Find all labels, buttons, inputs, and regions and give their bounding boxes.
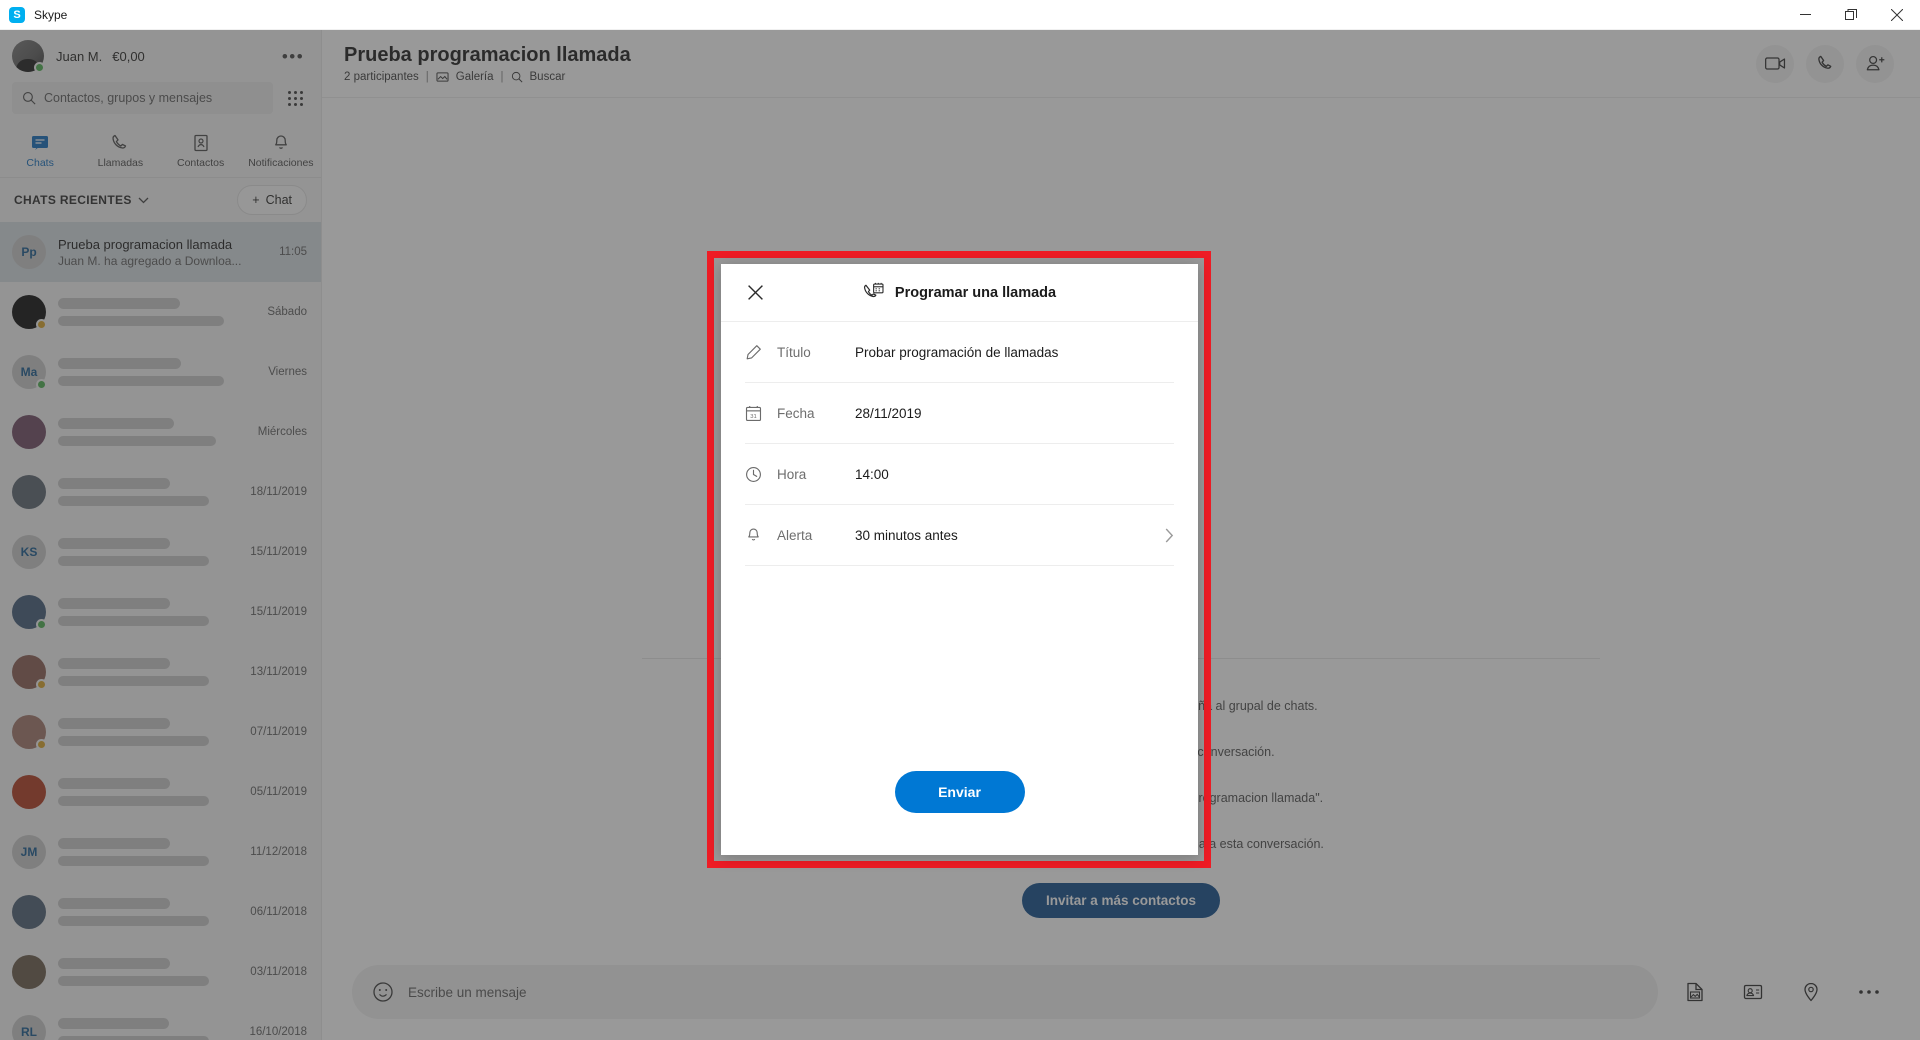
clock-icon (745, 466, 777, 483)
window-controls (1782, 0, 1920, 29)
send-button[interactable]: Enviar (894, 771, 1025, 813)
window-titlebar: S Skype (0, 0, 1920, 30)
app-root: Juan M. €0,00 ••• Contactos, grupos y me… (0, 30, 1920, 1040)
schedule-call-icon (863, 282, 884, 297)
dialog-title-wrap: Programar una llamada (721, 282, 1198, 304)
maximize-button[interactable] (1828, 0, 1874, 29)
field-hora-label: Hora (777, 466, 807, 482)
close-button[interactable] (1874, 0, 1920, 29)
schedule-call-dialog: Programar una llamada Título Probar prog… (721, 264, 1198, 855)
svg-text:31: 31 (750, 413, 757, 419)
dialog-header: Programar una llamada (721, 264, 1198, 322)
app-title: Skype (34, 7, 68, 22)
field-titulo[interactable]: Título Probar programación de llamadas (745, 322, 1174, 383)
field-titulo-value[interactable]: Probar programación de llamadas (855, 345, 1174, 360)
bell-icon (745, 527, 777, 544)
field-hora-value[interactable]: 14:00 (855, 467, 1174, 482)
dialog-footer: Enviar (721, 771, 1198, 855)
field-alerta-value[interactable]: 30 minutos antes (855, 528, 1165, 543)
field-titulo-label: Título (777, 344, 811, 360)
field-hora[interactable]: Hora 14:00 (745, 444, 1174, 505)
field-fecha[interactable]: 31 Fecha 28/11/2019 (745, 383, 1174, 444)
chevron-right-icon[interactable] (1165, 528, 1174, 543)
calendar-icon: 31 (745, 405, 777, 422)
skype-logo-icon: S (9, 6, 25, 23)
field-alerta-label: Alerta (777, 527, 813, 543)
dialog-title: Programar una llamada (894, 284, 1057, 301)
field-alerta[interactable]: Alerta 30 minutos antes (745, 505, 1174, 566)
skype-logo-letter: S (13, 8, 21, 21)
close-icon[interactable] (733, 271, 777, 315)
pencil-icon (745, 344, 777, 361)
minimize-button[interactable] (1782, 0, 1828, 29)
dialog-fields: Título Probar programación de llamadas 3… (721, 322, 1198, 566)
field-fecha-value[interactable]: 28/11/2019 (855, 406, 1174, 421)
field-fecha-label: Fecha (777, 405, 815, 421)
